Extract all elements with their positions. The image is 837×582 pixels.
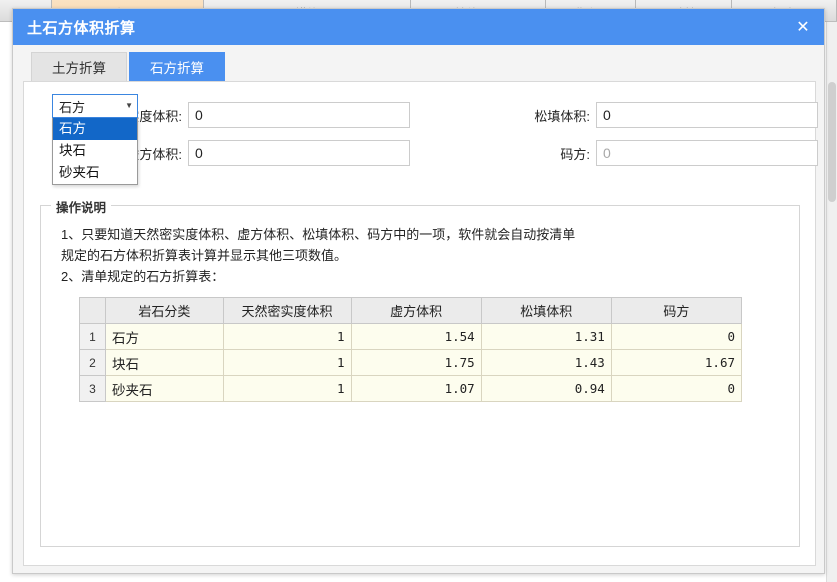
instruction-line-1-cont: 规定的石方体积折算表计算并显示其他三项数值。 <box>61 248 348 263</box>
table-header-cell: 岩石分类 <box>105 297 224 324</box>
rock-type-option[interactable]: 石方 <box>53 118 137 140</box>
instructions-legend: 操作说明 <box>51 197 112 216</box>
table-cell: 0 <box>610 375 743 402</box>
rock-type-option[interactable]: 块石 <box>53 140 137 162</box>
table-cell: 石方 <box>105 323 224 350</box>
field-input[interactable]: 0 <box>188 140 410 166</box>
table-header-cell: 码方 <box>610 297 743 324</box>
table-cell: 块石 <box>105 349 224 376</box>
table-row-number: 3 <box>78 375 107 402</box>
form-row: 虚方体积: 0 码方: 0 <box>24 136 818 170</box>
table-cell: 0.94 <box>480 375 612 402</box>
page-scrollbar[interactable] <box>826 22 837 582</box>
rock-type-select-value: 石方 <box>59 99 86 115</box>
rock-type-option-list[interactable]: 石方 块石 砂夹石 <box>52 118 138 185</box>
table-cell: 1.54 <box>350 323 482 350</box>
close-icon[interactable]: ✕ <box>782 9 824 45</box>
table-cell: 1 <box>222 323 352 350</box>
rock-type-select[interactable]: 石方 ▼ 石方 块石 砂夹石 <box>52 94 138 185</box>
field-label: 码方: <box>560 146 590 162</box>
conversion-table: 岩石分类 天然密实度体积 虚方体积 松填体积 码方 1 石方 1 1.54 1.31 0 2 块石 1 1… <box>78 297 743 402</box>
field-label: 松填体积: <box>534 108 590 124</box>
table-header-cell: 天然密实度体积 <box>222 297 352 324</box>
instruction-line-1: 1、只要知道天然密实度体积、虚方体积、松填体积、码方中的一项，软件就会自动按清单 <box>61 227 576 242</box>
table-cell: 1 <box>222 375 352 402</box>
rock-type-option[interactable]: 砂夹石 <box>53 162 137 184</box>
table-row[interactable]: 2 块石 1 1.75 1.43 1.67 <box>78 349 743 376</box>
table-header-row: 岩石分类 天然密实度体积 虚方体积 松填体积 码方 <box>78 297 743 324</box>
form-row: 天然密实度体积:0松填体积:0 <box>24 98 818 132</box>
dialog-title: 土石方体积折算 <box>27 19 136 37</box>
instructions-groupbox: 操作说明 1、只要知道天然密实度体积、虚方体积、松填体积、码方中的一项，软件就会… <box>40 197 800 547</box>
table-cell: 1.75 <box>350 349 482 376</box>
table-cell: 1.07 <box>350 375 482 402</box>
form-field: 松填体积: 0 <box>478 102 818 128</box>
table-cell: 1 <box>222 349 352 376</box>
table-cell: 1.43 <box>480 349 612 376</box>
conversion-table-head: 岩石分类 天然密实度体积 虚方体积 松填体积 码方 <box>78 297 743 324</box>
tab-earthwork[interactable]: 土方折算 <box>31 52 127 81</box>
page-scrollbar-thumb[interactable] <box>828 82 836 202</box>
table-cell: 1.67 <box>610 349 743 376</box>
field-input[interactable]: 0 <box>596 102 818 128</box>
instructions-body: 1、只要知道天然密实度体积、虚方体积、松填体积、码方中的一项，软件就会自动按清单… <box>41 206 799 402</box>
table-row-number: 1 <box>78 323 107 350</box>
table-header-cell: 虚方体积 <box>350 297 482 324</box>
table-row-number: 2 <box>78 349 107 376</box>
chevron-down-icon: ▼ <box>125 101 133 110</box>
table-cell: 0 <box>610 323 743 350</box>
table-cell: 1.31 <box>480 323 612 350</box>
field-input[interactable]: 0 <box>596 140 818 166</box>
field-input[interactable]: 0 <box>188 102 410 128</box>
tab-rockwork[interactable]: 石方折算 <box>129 52 225 81</box>
dialog-titlebar: 土石方体积折算 ✕ <box>13 9 824 45</box>
table-cell: 砂夹石 <box>105 375 224 402</box>
table-row[interactable]: 3 砂夹石 1 1.07 0.94 0 <box>78 375 743 402</box>
table-row[interactable]: 1 石方 1 1.54 1.31 0 <box>78 323 743 350</box>
tab-strip: 土方折算 石方折算 <box>13 45 824 81</box>
dialog-panel: 天然密实度体积:0松填体积:0虚方体积:0码方:0 石方 ▼ 石方块石砂夹石 操… <box>23 81 818 566</box>
form-field: 码方: 0 <box>478 140 818 166</box>
table-header-cell <box>78 297 107 324</box>
form-area: 天然密实度体积:0松填体积:0虚方体积:0码方:0 <box>24 82 818 170</box>
instruction-line-2: 2、清单规定的石方折算表： <box>61 269 225 284</box>
rock-type-select-box[interactable]: 石方 ▼ <box>52 94 138 118</box>
conversion-table-body: 1 石方 1 1.54 1.31 0 2 块石 1 1.75 1.43 1.67 3 砂夹石 1 1.07 0.… <box>78 323 743 402</box>
volume-conversion-dialog: 土石方体积折算 ✕ 土方折算石方折算 天然密实度体积:0松填体积:0虚方体积:0… <box>12 8 825 574</box>
table-header-cell: 松填体积 <box>480 297 612 324</box>
